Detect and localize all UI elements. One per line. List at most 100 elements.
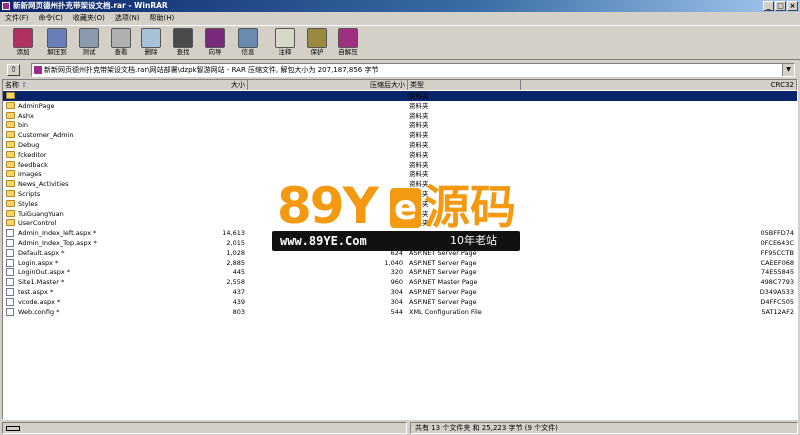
- delete-icon: [141, 28, 161, 48]
- folder-row[interactable]: bin 资料夹: [3, 120, 797, 130]
- row-crc: 5AT12AF2: [761, 307, 794, 316]
- folder-row[interactable]: TuiGuangYuan 资料夹: [3, 209, 797, 219]
- row-size: 14,613: [222, 229, 245, 238]
- column-type[interactable]: 类型: [408, 80, 521, 90]
- file-row[interactable]: vcode.aspx * 439 304 ASP.NET Server Page D4F…: [3, 297, 797, 307]
- row-packed: 304: [390, 288, 403, 296]
- row-crc: [723, 169, 794, 179]
- folder-row[interactable]: Debug 资料夹: [3, 140, 797, 150]
- folder-row[interactable]: UserControl 资料夹: [3, 218, 797, 228]
- row-size: [153, 179, 245, 189]
- minimize-button[interactable]: _: [763, 1, 774, 11]
- comment-button[interactable]: 注释: [270, 27, 300, 59]
- file-row[interactable]: LoginOut.aspx * 445 320 ASP.NET Server Page…: [3, 267, 797, 277]
- find-button[interactable]: 查找: [168, 27, 198, 59]
- row-size: [153, 111, 245, 121]
- row-packed: 320: [390, 268, 403, 277]
- file-row[interactable]: Admin_Index_Top.aspx * 2,015 0FCE643C: [3, 238, 797, 248]
- file-row[interactable]: Web.config * 803 544 XML Configuration File…: [3, 307, 797, 317]
- protect-button[interactable]: 保护: [302, 27, 332, 59]
- add-button[interactable]: 添加: [8, 27, 38, 59]
- chevron-down-icon[interactable]: ▼: [782, 64, 794, 76]
- maximize-button[interactable]: □: [775, 1, 786, 11]
- row-type: 资料夹: [409, 199, 429, 208]
- row-crc: [723, 189, 794, 199]
- row-crc: D349A533: [759, 288, 794, 296]
- row-packed: [303, 140, 403, 150]
- row-size: [153, 91, 245, 101]
- view-button[interactable]: 查看: [106, 27, 136, 59]
- menu-help[interactable]: 帮助(H): [145, 12, 180, 24]
- protect-icon: [307, 28, 327, 48]
- row-packed: [303, 238, 403, 248]
- folder-row[interactable]: AdminPage 资料夹: [3, 101, 797, 111]
- row-size: [153, 101, 245, 111]
- file-row[interactable]: Site1.Master * 2,558 960 ASP.NET Master Pag…: [3, 277, 797, 287]
- status-text: 共有 13 个文件夹 和 25,223 字节 (9 个文件): [410, 422, 798, 434]
- sort-arrow-icon: ⇧: [21, 81, 28, 89]
- row-crc: [723, 209, 794, 219]
- menu-options[interactable]: 选项(N): [110, 12, 145, 24]
- path-combobox[interactable]: 新新网页德州扑克带架设文档.rar\网站部署\dzpk智游网站 - RAR 压缩…: [31, 63, 795, 77]
- row-size: [153, 160, 245, 170]
- add-icon: [13, 28, 33, 48]
- row-size: 445: [232, 268, 245, 277]
- row-crc: [723, 111, 794, 121]
- row-crc: 74E55845: [760, 268, 794, 277]
- row-packed: [303, 209, 403, 219]
- sfx-icon: [338, 28, 358, 48]
- row-size: [153, 189, 245, 199]
- file-list[interactable]: 名称 ⇧ 压缩后大小 类型 CRC32 大小 .. 资料夹 AdminPage 资料夹…: [2, 79, 798, 420]
- row-packed: 544: [390, 307, 403, 316]
- close-button[interactable]: ×: [787, 1, 798, 11]
- row-type: 资料夹: [409, 170, 429, 179]
- sfx-button[interactable]: 自解压: [333, 27, 363, 59]
- row-crc: [723, 179, 794, 189]
- folder-row[interactable]: .. 资料夹: [3, 91, 797, 101]
- test-button[interactable]: 测试: [74, 27, 104, 59]
- row-packed: [303, 111, 403, 121]
- row-packed: [303, 218, 403, 228]
- menu-commands[interactable]: 命令(C): [34, 12, 68, 24]
- row-crc: [723, 150, 794, 160]
- folder-row[interactable]: News_Activities 资料夹: [3, 179, 797, 189]
- row-type: 资料夹: [409, 141, 429, 149]
- file-row[interactable]: Admin_Index_left.aspx * 14,613 05BFFD74: [3, 228, 797, 238]
- row-packed: [303, 199, 403, 209]
- row-type: 资料夹: [409, 190, 429, 198]
- folder-row[interactable]: Ashx 资料夹: [3, 111, 797, 121]
- file-row[interactable]: Login.aspx * 2,885 1,040 ASP.NET Server Pag…: [3, 258, 797, 268]
- delete-button[interactable]: 删除: [136, 27, 166, 59]
- column-packed[interactable]: 压缩后大小: [248, 80, 408, 90]
- row-size: 2,015: [226, 239, 245, 247]
- row-size: 439: [232, 297, 245, 306]
- row-size: 1,028: [226, 248, 245, 257]
- folder-row[interactable]: Customer_Admin 资料夹: [3, 130, 797, 140]
- folder-row[interactable]: feedback 资料夹: [3, 160, 797, 170]
- info-button[interactable]: 信息: [233, 27, 263, 59]
- menu-favorites[interactable]: 收藏夹(O): [68, 12, 110, 24]
- row-size: [153, 130, 245, 140]
- winrar-app-icon: [2, 2, 10, 10]
- file-row[interactable]: Default.aspx * 1,028 624 ASP.NET Server Pag…: [3, 248, 797, 258]
- folder-row[interactable]: Scripts 资料夹: [3, 189, 797, 199]
- up-folder-button[interactable]: ⇧: [7, 64, 20, 76]
- wizard-button[interactable]: 向导: [200, 27, 230, 59]
- row-crc: 498C7793: [760, 278, 795, 287]
- row-packed: [303, 228, 403, 238]
- row-size: [153, 218, 245, 228]
- row-size: [153, 209, 245, 219]
- folder-row[interactable]: images 资料夹: [3, 169, 797, 179]
- column-crc[interactable]: CRC32: [521, 80, 797, 90]
- file-row[interactable]: test.aspx * 437 304 ASP.NET Server Page D349…: [3, 287, 797, 297]
- folder-row[interactable]: Styles 资料夹: [3, 199, 797, 209]
- row-packed: [303, 120, 403, 130]
- wizard-icon: [205, 28, 225, 48]
- row-type: 资料夹: [409, 121, 429, 130]
- extract-to-button[interactable]: 解压到: [42, 27, 72, 59]
- menu-file[interactable]: 文件(F): [0, 12, 34, 24]
- folder-row[interactable]: fckeditor 资料夹: [3, 150, 797, 160]
- row-size: [153, 150, 245, 160]
- column-size[interactable]: 大小: [153, 80, 248, 90]
- row-crc: [723, 91, 794, 101]
